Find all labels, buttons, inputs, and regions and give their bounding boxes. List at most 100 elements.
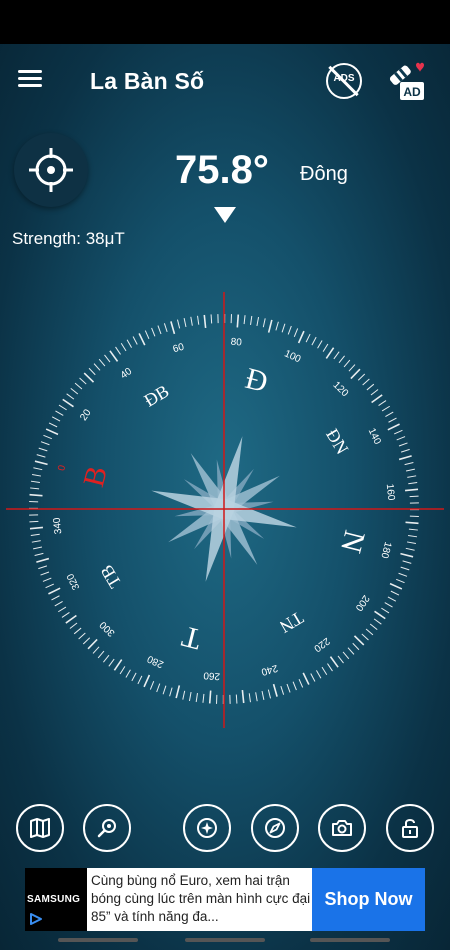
compass-tick	[61, 612, 70, 618]
compass-tick	[73, 627, 82, 635]
compass-tick	[310, 673, 316, 682]
compass-cardinal-label: B	[77, 463, 114, 490]
compass-tick	[241, 689, 245, 704]
navigation-button[interactable]	[251, 804, 299, 852]
ad-reward-icon: AD	[389, 62, 424, 100]
no-ads-button[interactable]: ADS	[326, 63, 362, 99]
compass-tick	[406, 541, 417, 545]
compass-tick	[402, 560, 412, 564]
compass-tick	[287, 325, 292, 335]
compass-tick	[210, 314, 213, 324]
compass-tick	[409, 495, 419, 498]
nav-hint	[185, 938, 265, 942]
compass-tick	[40, 441, 50, 446]
compass-tick	[88, 367, 96, 376]
advertiser-logo: SAMSUNG	[25, 868, 87, 931]
compass-tick	[292, 681, 297, 691]
compass-tick	[78, 632, 86, 640]
compass-tick	[405, 468, 415, 472]
compass-tick	[371, 394, 383, 404]
compass-tick	[45, 428, 59, 436]
compass-tick	[132, 336, 138, 345]
compass-tick	[58, 404, 67, 411]
heading-display: 75.8° Đông	[0, 148, 450, 198]
ad-choices-icon[interactable]	[29, 912, 43, 926]
compass-tick	[33, 467, 43, 471]
compass-intercardinal-label: TN	[276, 608, 307, 637]
compass-tick	[29, 526, 44, 530]
compass-tick	[342, 651, 350, 660]
compass-tick	[298, 678, 304, 688]
camera-button[interactable]	[318, 804, 366, 852]
compass-tick	[373, 618, 382, 625]
lock-button[interactable]	[386, 804, 434, 852]
compass-tick	[169, 687, 173, 697]
compass-rose-icon	[197, 818, 217, 838]
compass-tick	[33, 546, 43, 550]
compass-tick	[408, 482, 418, 485]
compass-tick	[74, 382, 83, 390]
map-icon	[30, 818, 50, 838]
compass-tick	[62, 398, 74, 408]
compass-tick	[366, 383, 375, 391]
compass-tick	[208, 690, 212, 704]
compass-tick	[30, 533, 40, 536]
zoom-button[interactable]	[83, 804, 131, 852]
compass-tick	[400, 566, 410, 571]
compass-tick	[36, 454, 46, 458]
heading-value: 75.8°	[175, 148, 269, 192]
compass-tick	[361, 633, 369, 641]
compass-degree-label: 160	[384, 483, 397, 501]
compass-tick	[93, 363, 101, 371]
compass-tick	[396, 578, 405, 584]
compass-tick	[83, 372, 95, 383]
compass-tick	[137, 675, 143, 685]
compass-tick	[305, 333, 311, 343]
compass-tick	[58, 606, 67, 613]
compass-tick	[115, 346, 121, 355]
ad-reward-button[interactable]: AD	[386, 60, 428, 102]
menu-button[interactable]	[18, 66, 52, 96]
shop-now-button[interactable]: Shop Now	[312, 868, 425, 931]
compass-tick	[79, 377, 87, 385]
compass-mode-button[interactable]	[183, 804, 231, 852]
compass-tick	[70, 388, 79, 395]
compass-tick	[275, 321, 279, 331]
compass-degree-label: 20	[78, 407, 94, 423]
compass-tick	[389, 582, 403, 590]
compass-tick	[321, 666, 328, 675]
compass-degree-label: 340	[52, 517, 65, 535]
compass-intercardinal-label: ĐN	[322, 425, 352, 458]
compass-tick	[261, 690, 265, 700]
compass-tick	[42, 577, 52, 582]
compass-tick	[235, 694, 238, 704]
compass-tick	[248, 693, 251, 703]
compass-tick	[156, 683, 161, 693]
compass-tick	[104, 354, 111, 363]
compass-tick	[385, 411, 394, 417]
compass-degree-label: 100	[283, 348, 303, 365]
compass-tick	[38, 447, 48, 452]
compass-tick	[393, 429, 403, 435]
compass-tick	[387, 596, 397, 602]
compass-tick	[43, 434, 52, 440]
compass-tick	[281, 323, 286, 333]
compass-tick	[177, 319, 181, 329]
compass-tick	[374, 610, 386, 620]
hamburger-menu-icon	[18, 70, 42, 73]
compass-tick	[286, 683, 291, 693]
compass-cardinal-label: T	[179, 619, 205, 655]
compass-tick	[236, 314, 240, 328]
map-button[interactable]	[16, 804, 64, 852]
app-title: La Bàn Số	[90, 68, 205, 94]
magnetic-strength: Strength: 38μT	[12, 229, 125, 248]
compass-tick	[195, 693, 198, 703]
ad-banner[interactable]: SAMSUNG Cùng bùng nổ Euro, xem hai trận …	[25, 868, 425, 931]
compass-tick	[381, 405, 390, 412]
compass-tick	[362, 378, 370, 386]
compass-tick	[387, 423, 400, 431]
app-bar: La Bàn Số ADS AD	[0, 44, 450, 118]
compass-tick	[357, 373, 366, 381]
compass-dial[interactable]: 0 20 40 60 80 100 120 140 160 180 200 220 240 260 280 3…	[0, 282, 450, 732]
compass-tick	[190, 316, 193, 326]
